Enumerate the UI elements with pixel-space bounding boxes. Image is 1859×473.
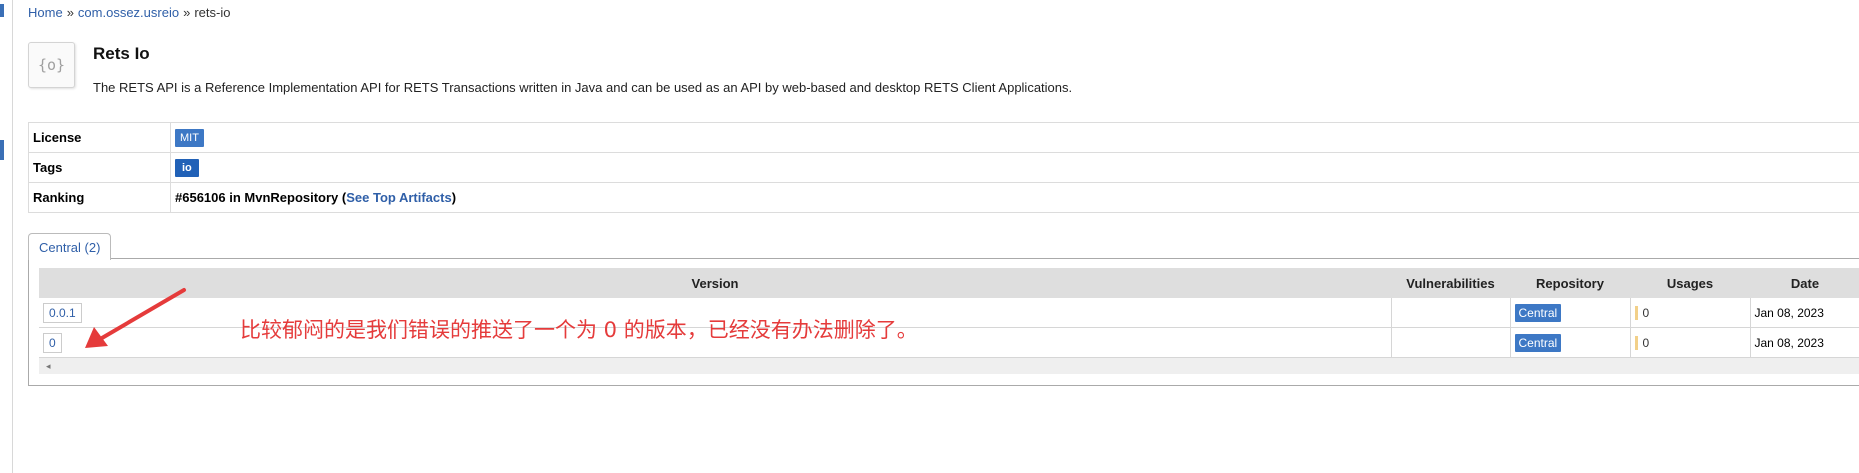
tab-central[interactable]: Central (2) [28,233,112,260]
annotation-text: 比较郁闷的是我们错误的推送了一个为 0 的版本，已经没有办法删除了。 [240,318,918,342]
annotation-arrow-shaft [100,288,186,340]
annotation-arrow-icon [85,288,186,348]
